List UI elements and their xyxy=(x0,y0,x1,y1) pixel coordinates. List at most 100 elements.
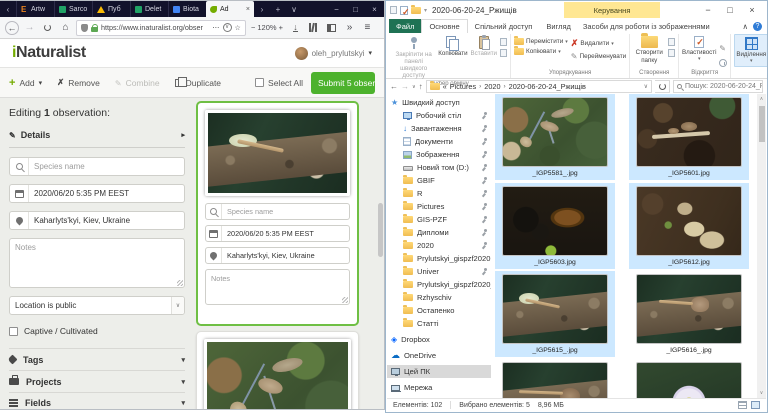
nav-onedrive[interactable]: OneDrive xyxy=(387,349,491,362)
back-button[interactable]: ← xyxy=(5,21,19,35)
nav-downloads[interactable]: Завантаження xyxy=(387,122,491,135)
crumb-2020[interactable]: 2020 xyxy=(484,82,500,91)
collapse-ribbon-icon[interactable]: ∧ xyxy=(743,22,749,31)
file-tile[interactable]: _IGP5616_.jpg xyxy=(629,271,749,357)
location-field[interactable]: Kaharlyts'kyi, Kiev, Ukraine xyxy=(9,211,185,230)
tab-close-icon[interactable]: × xyxy=(246,6,250,13)
rename-button[interactable]: Перейменувати xyxy=(571,52,626,61)
thumbnails-view-icon[interactable] xyxy=(751,401,760,409)
tab-scroll-left-icon[interactable]: ‹ xyxy=(0,5,16,14)
new-item-icon[interactable] xyxy=(668,38,675,46)
tab-home[interactable]: Основне xyxy=(421,19,467,33)
tab-list-dropdown-icon[interactable]: ∨ xyxy=(286,5,302,14)
fields-section[interactable]: Fields ▾ xyxy=(9,392,185,410)
library-button[interactable] xyxy=(306,20,321,35)
nav-drive-d[interactable]: Новий том (D:) xyxy=(387,161,491,174)
minimize-button[interactable]: − xyxy=(327,5,346,14)
nav-folder-diplomy[interactable]: Дипломи xyxy=(387,226,491,239)
inaturalist-logo[interactable]: iNaturalist xyxy=(12,44,86,62)
details-header[interactable]: Details ▸ xyxy=(9,130,185,148)
browser-tab-5[interactable]: Biota xyxy=(168,1,206,17)
nav-folder-rzhyschiv[interactable]: Rzhyschiv xyxy=(387,291,491,304)
cut-icon[interactable] xyxy=(500,38,507,46)
reload-button[interactable] xyxy=(40,20,55,35)
scroll-up-icon[interactable]: ∧ xyxy=(760,96,764,102)
tab-scroll-right-icon[interactable]: › xyxy=(254,5,270,14)
add-button[interactable]: + Add ▾ xyxy=(9,77,42,89)
edit-icon[interactable] xyxy=(719,38,727,56)
submit-observations-button[interactable]: Submit 5 observations xyxy=(311,72,375,94)
file-tile[interactable]: _IGP5601.jpg xyxy=(629,94,749,180)
nav-folder-ostapenko[interactable]: Остапенко xyxy=(387,304,491,317)
refresh-button[interactable] xyxy=(655,80,670,93)
address-dropdown-icon[interactable]: ∨ xyxy=(644,83,648,90)
file-tile[interactable]: _IGP5612.jpg xyxy=(629,183,749,269)
details-view-icon[interactable] xyxy=(738,401,747,409)
nav-folder-gbif[interactable]: GBIF xyxy=(387,174,491,187)
tracking-shield-icon[interactable] xyxy=(81,24,88,32)
new-folder-button[interactable]: Створити папку xyxy=(633,34,665,64)
new-tab-button[interactable]: + xyxy=(270,5,286,14)
tab-view[interactable]: Вигляд xyxy=(539,19,578,33)
file-tile[interactable]: _IGP5615_.jpg xyxy=(495,271,615,357)
recent-locations-icon[interactable]: ∨ xyxy=(412,84,416,90)
notes-field[interactable]: Notes xyxy=(9,238,185,288)
zoom-in-button[interactable]: + xyxy=(279,23,283,32)
forward-button[interactable]: → xyxy=(401,82,409,91)
file-tile[interactable] xyxy=(629,359,749,398)
back-button[interactable]: ← xyxy=(390,82,398,91)
observation-card[interactable] xyxy=(196,331,359,410)
tags-section[interactable]: Tags ▾ xyxy=(9,348,185,370)
properties-button[interactable]: Властивості ▾ xyxy=(682,34,716,63)
qat-newfolder-icon[interactable] xyxy=(411,7,421,14)
nav-desktop[interactable]: Робочий стіл xyxy=(387,109,491,122)
maximize-button[interactable]: □ xyxy=(719,5,741,15)
tab-picture-tools[interactable]: Засоби для роботи із зображеннями xyxy=(578,19,715,33)
nav-pictures-lib[interactable]: Зображення xyxy=(387,148,491,161)
sidebar-button[interactable] xyxy=(324,20,339,35)
browser-tab-4[interactable]: Delet xyxy=(130,1,168,17)
easy-access-icon[interactable] xyxy=(668,49,675,57)
nav-folder-prylutskyi[interactable]: Prylutskyi_gispzf2020 xyxy=(387,252,491,265)
crumb-current[interactable]: 2020-06-20-24_Ржищів xyxy=(509,82,586,91)
nav-folder-pictures[interactable]: Pictures xyxy=(387,200,491,213)
qat-properties-icon[interactable] xyxy=(400,6,408,15)
nav-folder-univer[interactable]: Univer xyxy=(387,265,491,278)
nav-folder-gis-pzf[interactable]: GIS-PZF xyxy=(387,213,491,226)
nav-folder-prylutskyi-ea[interactable]: Prylutskyi_gispzf2020_Ea xyxy=(387,278,491,291)
zoom-out-button[interactable]: − xyxy=(251,23,255,32)
card-location-field[interactable]: Kaharlyts'kyi, Kiev, Ukraine xyxy=(205,247,350,264)
pin-to-quick-access-button[interactable]: Закріпити на панелі швидкого доступу xyxy=(392,34,435,80)
remove-button[interactable]: ✗ Remove xyxy=(57,77,100,88)
card-notes-field[interactable]: Notes xyxy=(205,269,350,305)
select-all-checkbox[interactable]: Select All xyxy=(255,78,303,88)
tab-share[interactable]: Спільний доступ xyxy=(468,19,540,33)
forward-button[interactable]: → xyxy=(22,20,37,35)
card-date-field[interactable]: 2020/06/20 5:35 PM EEST xyxy=(205,225,350,242)
date-field[interactable]: 2020/06/20 5:35 PM EEST xyxy=(9,184,185,203)
geoprivacy-select[interactable]: Location is public ∨ xyxy=(9,296,185,315)
copy-to-button[interactable]: Копіювати ▾ xyxy=(514,48,568,55)
hamburger-menu-button[interactable]: ≡ xyxy=(360,20,375,35)
qat-folder-icon[interactable] xyxy=(390,6,397,14)
nav-dropbox[interactable]: Dropbox xyxy=(387,333,491,346)
user-menu[interactable]: oleh_prylutskyi ▾ xyxy=(295,47,372,60)
browser-tab-3[interactable]: Пуб xyxy=(92,1,130,17)
browser-tab-2[interactable]: Sarco xyxy=(54,1,92,17)
scrollbar-thumb[interactable] xyxy=(759,106,765,142)
file-tile[interactable]: _IGP5581_.jpg xyxy=(495,94,615,180)
collapsed-crumbs[interactable]: « xyxy=(443,82,447,91)
observation-photo[interactable] xyxy=(204,339,351,410)
nav-folder-r[interactable]: R xyxy=(387,187,491,200)
qat-customize-icon[interactable]: ▾ xyxy=(424,7,427,14)
page-actions-icon[interactable]: ⋯ xyxy=(212,23,219,32)
url-bar[interactable]: https://www.inaturalist.org/obser ⋯ ∨ ☆ xyxy=(76,20,246,36)
minimize-button[interactable]: − xyxy=(697,5,719,15)
tab-file[interactable]: Файл xyxy=(389,19,421,33)
maximize-button[interactable]: □ xyxy=(346,5,365,14)
up-button[interactable]: ↑ xyxy=(419,82,423,91)
page-scrollbar[interactable] xyxy=(378,203,383,257)
nav-network[interactable]: Мережа xyxy=(387,381,491,394)
projects-section[interactable]: Projects ▾ xyxy=(9,370,185,392)
captive-checkbox-row[interactable]: Captive / Cultivated xyxy=(9,326,185,336)
